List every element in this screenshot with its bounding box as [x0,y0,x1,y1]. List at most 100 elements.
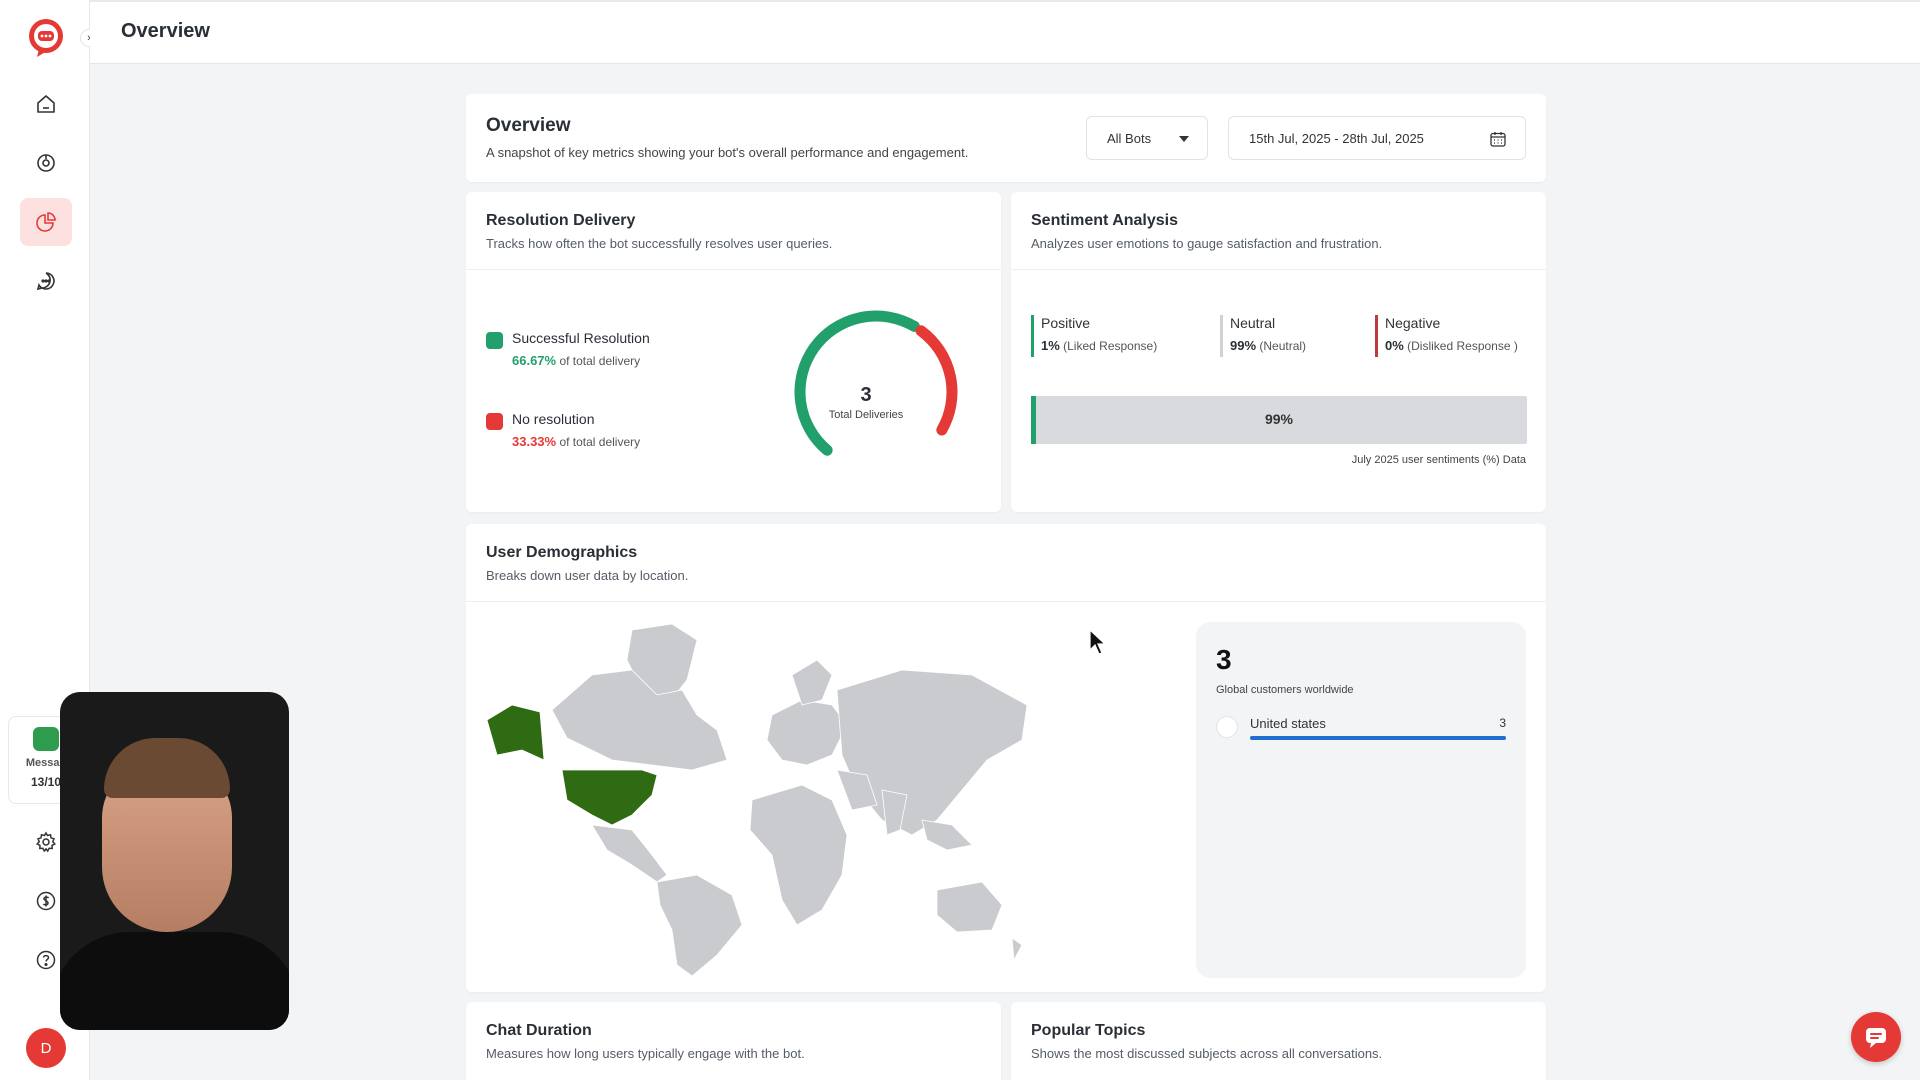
caret-down-icon [1179,136,1189,142]
nav-bots[interactable] [20,139,72,187]
country-name: United states [1250,716,1326,731]
sentiment-neutral: Neutral 99% (Neutral) [1220,315,1306,357]
chat-duration-card: Chat Duration Measures how long users ty… [466,1002,1001,1080]
legend-dot-green [486,332,503,349]
card-title: Resolution Delivery [486,212,636,229]
card-subtitle: Shows the most discussed subjects across… [1031,1046,1383,1061]
card-title: Chat Duration [486,1022,592,1039]
settings-icon [35,831,57,853]
card-subtitle: Measures how long users typically engage… [486,1046,805,1061]
total-deliveries-value: 3 [860,384,872,406]
country-count: 3 [1499,716,1506,730]
map-usa [561,769,658,826]
sentiment-note: (Disliked Response ) [1407,339,1518,353]
sentiment-analysis-card: Sentiment Analysis Analyzes user emotion… [1011,192,1546,512]
overview-header-card: Overview A snapshot of key metrics showi… [466,94,1546,182]
webcam-overlay [60,692,289,1030]
user-demographics-card: User Demographics Breaks down user data … [466,524,1546,992]
mouse-cursor-icon [1089,628,1107,655]
map-australia [936,881,1003,933]
sentiment-name: Negative [1385,315,1441,331]
chat-icon [36,272,55,291]
legend-suffix: of total delivery [559,435,641,449]
map-nz [1011,937,1023,962]
geo-summary-panel: 3 Global customers worldwide United stat… [1196,622,1526,978]
card-header: Chat Duration Measures how long users ty… [466,1002,1001,1080]
global-customers-count: 3 [1216,644,1232,675]
sentiment-name: Neutral [1230,315,1276,331]
chat-launcher-button[interactable] [1851,1012,1901,1062]
card-title: User Demographics [486,544,638,561]
presenter-hair [104,738,230,798]
sentiment-value: 99% [1230,338,1257,353]
sentiment-value: 1% [1041,338,1060,353]
analytics-icon [36,212,56,232]
user-avatar[interactable]: D [26,1028,66,1068]
nav-analytics[interactable] [20,198,72,246]
card-title: Sentiment Analysis [1031,212,1179,229]
sentiment-negative: Negative 0% (Disliked Response ) [1375,315,1518,357]
resolution-gauge [794,310,958,456]
page-title: Overview [121,20,210,42]
legend-percent: 66.67% [512,353,557,368]
sentiment-bar: 99% [1031,396,1527,444]
legend-suffix: of total delivery [559,354,641,368]
date-range-value: 15th Jul, 2025 - 28th Jul, 2025 [1249,130,1424,146]
legend-no-resolution: No resolution 33.33% of total delivery [486,411,640,449]
gauge-center: 3 Total Deliveries [766,384,966,421]
card-subtitle: Analyzes user emotions to gauge satisfac… [1031,236,1383,251]
sentiment-note: (Neutral) [1259,339,1307,353]
legend-dot-red [486,413,503,430]
sentiment-marker [1031,315,1034,357]
top-bar: Overview [90,0,1920,64]
legend-label: Successful Resolution [512,330,650,346]
sentiment-note: (Liked Response) [1063,339,1158,353]
card-header: User Demographics Breaks down user data … [466,524,1546,602]
resolution-delivery-card: Resolution Delivery Tracks how often the… [466,192,1001,512]
map-south-america [656,874,743,976]
flag-icon [1216,716,1238,738]
map-scandinavia [791,659,833,706]
message-icon [33,727,59,751]
sentiment-positive: Positive 1% (Liked Response) [1031,315,1157,357]
card-title: Popular Topics [1031,1022,1146,1039]
bot-icon [37,154,55,172]
app-logo[interactable] [25,17,67,59]
billing-icon [36,891,56,911]
country-row[interactable]: United states 3 [1216,716,1506,744]
legend-percent: 33.33% [512,434,557,449]
global-customers-label: Global customers worldwide [1216,684,1354,696]
nav-home[interactable] [20,80,72,128]
map-asia [836,669,1028,836]
sentiment-marker [1375,315,1378,357]
presenter-shirt [60,932,289,1030]
card-header: Resolution Delivery Tracks how often the… [466,192,1001,270]
legend-successful: Successful Resolution 66.67% of total de… [486,330,650,368]
card-subtitle: Tracks how often the bot successfully re… [486,236,833,251]
chat-bubble-icon [1866,1028,1886,1048]
help-icon [36,950,56,970]
world-map [486,623,1028,976]
home-icon [37,95,55,113]
sentiment-name: Positive [1041,315,1091,331]
sentiment-footnote: July 2025 user sentiments (%) Data [1351,454,1526,466]
bot-select-dropdown[interactable]: All Bots [1086,116,1208,160]
map-central-america [591,824,668,883]
nav-chat[interactable] [20,257,72,305]
map-alaska [486,704,545,761]
sentiment-bar-label: 99% [1264,411,1294,427]
date-range-picker[interactable]: 15th Jul, 2025 - 28th Jul, 2025 [1228,116,1526,160]
popular-topics-card: Popular Topics Shows the most discussed … [1011,1002,1546,1080]
country-bar [1250,736,1506,740]
legend-label: No resolution [512,411,595,427]
calendar-icon [1490,132,1506,147]
bot-select-value: All Bots [1107,130,1152,146]
map-europe [766,699,848,766]
sentiment-marker [1220,315,1223,357]
map-southeast-asia [921,819,973,851]
total-deliveries-label: Total Deliveries [828,409,904,421]
card-subtitle: Breaks down user data by location. [486,568,689,583]
map-canada [551,669,728,771]
card-header: Popular Topics Shows the most discussed … [1011,1002,1546,1080]
map-africa [749,784,848,926]
